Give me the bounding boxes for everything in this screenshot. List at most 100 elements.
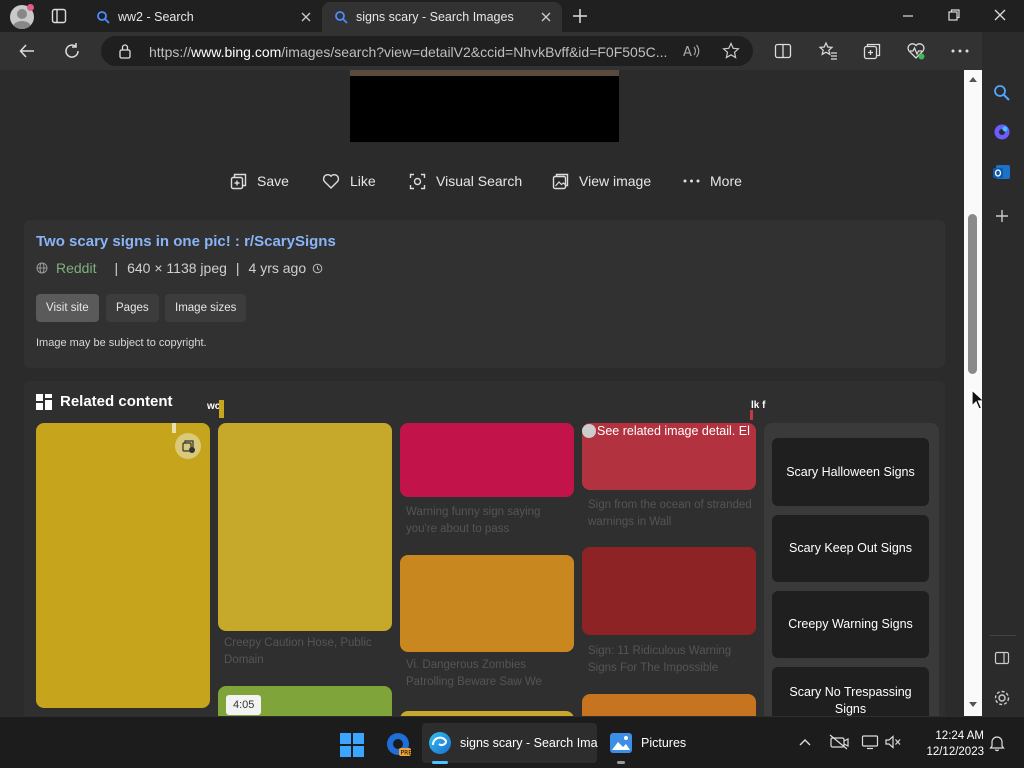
visual-search-icon xyxy=(409,173,426,189)
tile-caption[interactable]: Sign: 11 Ridiculous Warning Signs For Th… xyxy=(588,643,752,677)
preview-image[interactable] xyxy=(350,76,619,142)
visit-site-label: Visit site xyxy=(46,302,89,314)
clock-time: 12:24 AM xyxy=(935,730,984,742)
related-image-tile[interactable] xyxy=(582,547,756,635)
grid-icon xyxy=(36,393,52,410)
related-image-tile[interactable] xyxy=(218,423,392,631)
favorite-star-icon[interactable] xyxy=(722,42,740,60)
scroll-up-arrow-icon[interactable] xyxy=(967,74,979,84)
visual-search-label: Visual Search xyxy=(436,173,523,189)
related-image-tile[interactable]: See related image detail. El xyxy=(582,423,756,490)
related-content-panel: Related content wc lk f Creepy Caution H… xyxy=(24,381,945,716)
start-windows-icon[interactable] xyxy=(340,733,364,757)
tab-ww2-search[interactable]: ww2 - Search xyxy=(84,2,322,32)
tile-caption[interactable]: Warning funny sign saying you're about t… xyxy=(406,504,570,538)
more-button[interactable]: More xyxy=(683,170,742,192)
globe-icon xyxy=(36,262,48,274)
search-favicon-icon xyxy=(334,10,348,24)
taskbar-pictures-window[interactable]: Pictures xyxy=(609,723,686,763)
tile-corner-mark xyxy=(172,423,176,433)
browser-toolbar: https://www.bing.com/images/search?view=… xyxy=(0,32,1024,70)
add-sidebar-app-icon[interactable] xyxy=(994,208,1010,224)
view-image-button[interactable]: View image xyxy=(552,170,651,192)
close-window-button[interactable] xyxy=(993,8,1007,22)
read-aloud-icon[interactable]: A xyxy=(683,43,701,59)
favorites-icon[interactable] xyxy=(818,41,838,61)
related-image-tile[interactable] xyxy=(36,423,210,708)
edge-beta-icon[interactable]: PRE xyxy=(386,732,412,758)
suggestion-creepy-warning-signs[interactable]: Creepy Warning Signs xyxy=(772,591,929,658)
more-dots-icon xyxy=(683,179,700,183)
suggestion-label: Scary Keep Out Signs xyxy=(789,541,912,555)
collections-icon[interactable] xyxy=(863,42,881,60)
related-heading-text: Related content xyxy=(60,393,173,410)
scroll-down-arrow-icon[interactable] xyxy=(967,700,979,710)
minimize-button[interactable] xyxy=(901,9,915,23)
related-searches: Scary Halloween Signs Scary Keep Out Sig… xyxy=(764,423,939,716)
view-image-icon xyxy=(552,173,569,189)
profile-badge-icon xyxy=(27,4,34,11)
tile-caption[interactable]: Sign from the ocean of stranded warnings… xyxy=(588,497,752,531)
suggestion-scary-no-trespassing-signs[interactable]: Scary No Trespassing Signs xyxy=(772,667,929,716)
overflow-text-right: lk f xyxy=(751,400,766,411)
active-app-indicator xyxy=(432,761,448,764)
scrollbar-thumb[interactable] xyxy=(968,214,977,374)
video-duration-badge: 4:05 xyxy=(226,695,262,715)
edge-sidebar xyxy=(982,32,1024,716)
search-favicon-icon xyxy=(96,10,110,24)
copilot-sidebar-icon[interactable] xyxy=(993,123,1011,141)
close-tab-icon[interactable] xyxy=(298,9,314,25)
save-button[interactable]: Save xyxy=(230,170,289,192)
suggestion-scary-keep-out-signs[interactable]: Scary Keep Out Signs xyxy=(772,515,929,582)
copyright-notice: Image may be subject to copyright. xyxy=(36,337,207,349)
source-page-title[interactable]: Two scary signs in one pic! : r/ScarySig… xyxy=(36,233,336,250)
notifications-bell-icon[interactable] xyxy=(989,734,1005,752)
related-image-tile[interactable] xyxy=(400,555,574,652)
restore-button[interactable] xyxy=(947,8,961,22)
url-text[interactable]: https://www.bing.com/images/search?view=… xyxy=(149,44,679,60)
add-collection-icon[interactable] xyxy=(175,433,201,459)
source-name[interactable]: Reddit xyxy=(56,260,96,276)
refresh-icon[interactable] xyxy=(63,42,81,60)
address-bar[interactable]: https://www.bing.com/images/search?view=… xyxy=(101,36,753,66)
volume-muted-icon[interactable] xyxy=(884,734,902,750)
tab-title: signs scary - Search Images xyxy=(356,10,514,24)
suggestion-scary-halloween-signs[interactable]: Scary Halloween Signs xyxy=(772,438,929,506)
tile-caption[interactable]: Creepy Caution Hose, Public Domain xyxy=(224,635,388,669)
split-screen-icon[interactable] xyxy=(774,42,792,60)
settings-gear-icon[interactable] xyxy=(993,689,1011,707)
tile-caption[interactable]: Vi. Dangerous Zombies Patrolling Beware … xyxy=(406,657,570,691)
browser-essentials-icon[interactable] xyxy=(906,41,926,61)
outlook-icon[interactable] xyxy=(993,163,1011,181)
visual-search-button[interactable]: Visual Search xyxy=(409,170,522,192)
image-sizes-button[interactable]: Image sizes xyxy=(165,294,247,322)
svg-text:PRE: PRE xyxy=(401,750,413,757)
lock-icon[interactable] xyxy=(118,43,132,59)
image-info-panel: Two scary signs in one pic! : r/ScarySig… xyxy=(24,220,945,368)
edge-icon xyxy=(429,732,451,754)
tab-signs-scary[interactable]: signs scary - Search Images xyxy=(322,2,562,32)
hide-sidebar-icon[interactable] xyxy=(994,650,1010,666)
overflow-marker xyxy=(750,410,753,420)
back-arrow-icon[interactable] xyxy=(18,42,36,60)
network-icon[interactable] xyxy=(861,734,879,750)
like-button[interactable]: Like xyxy=(322,170,376,192)
camera-off-icon[interactable] xyxy=(829,734,849,750)
url-domain: www.bing.com xyxy=(191,44,282,60)
system-clock[interactable]: 12:24 AM 12/12/2023 xyxy=(926,728,984,760)
visit-site-button[interactable]: Visit site xyxy=(36,294,99,322)
close-tab-icon[interactable] xyxy=(538,9,554,25)
related-video-tile[interactable]: 4:05 xyxy=(218,686,392,716)
new-tab-button[interactable] xyxy=(571,7,589,25)
more-label: More xyxy=(710,173,742,189)
related-image-tile[interactable] xyxy=(582,694,756,716)
tab-actions-icon[interactable] xyxy=(51,8,67,24)
pages-button[interactable]: Pages xyxy=(106,294,159,322)
inactive-app-indicator xyxy=(617,761,625,764)
url-path: /images/search?view=detailV2&ccid=NhvkBv… xyxy=(281,44,668,60)
related-image-tile[interactable] xyxy=(400,423,574,497)
show-hidden-icons-chevron-icon[interactable] xyxy=(798,737,812,747)
more-menu-icon[interactable] xyxy=(951,49,969,53)
search-icon[interactable] xyxy=(993,84,1011,102)
taskbar-edge-window[interactable]: signs scary - Search Ima xyxy=(428,723,598,763)
